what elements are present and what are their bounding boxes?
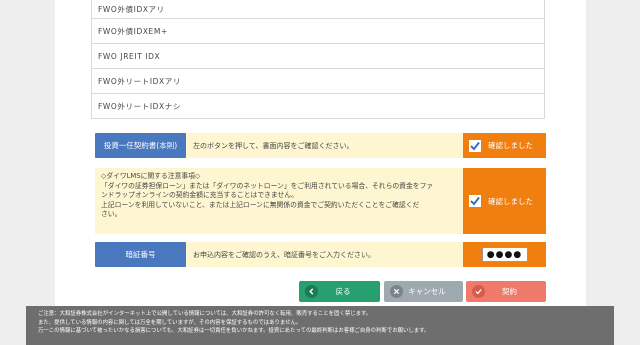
notice-confirm-label: 確認しました	[488, 196, 533, 206]
pin-input[interactable]: ●●●●	[481, 247, 528, 262]
fund-item[interactable]: FWO外リートIDXナシ	[91, 94, 545, 119]
footer-line: 万一この情報に基づいて被ったいかなる損害についても、大和証券は一切責任を負いかね…	[38, 328, 430, 335]
pin-box: ●●●●	[463, 242, 546, 267]
pin-row: 暗証番号 お申込内容をご確認のうえ、暗証番号をご入力ください。 ●●●●	[95, 242, 546, 267]
footer-disclaimer: ご注意：大和証券株式会社がインターネット上で公開している情報については、大和証券…	[26, 306, 614, 345]
notice-line: ンドラップオンラインの契約金額に充当することはできません。	[101, 191, 298, 200]
contract-label: 契約	[502, 287, 517, 296]
checkmark-icon	[470, 141, 480, 151]
contract-confirm-label: 確認しました	[488, 141, 533, 150]
notice-line: さい。	[101, 210, 122, 219]
fund-item[interactable]: FWO外リートIDXアリ	[91, 69, 545, 94]
contract-instruction: 左のボタンを押して、書面内容をご確認ください。	[193, 141, 354, 150]
back-label: 戻る	[335, 287, 351, 296]
fund-item[interactable]: FWO外債IDXアリ	[91, 0, 545, 19]
fund-list: FWO外債IDXアリ FWO外債IDXEM+ FWO JREIT IDX FWO…	[91, 0, 545, 119]
check-icon	[472, 285, 485, 298]
close-icon	[390, 285, 403, 298]
cancel-button[interactable]: キャンセル	[384, 281, 463, 302]
back-button[interactable]: 戻る	[299, 281, 380, 302]
fund-item[interactable]: FWO JREIT IDX	[91, 44, 545, 69]
pin-instruction: お申込内容をご確認のうえ、暗証番号をご入力ください。	[193, 250, 375, 259]
pin-label: 暗証番号	[95, 242, 186, 267]
contract-row: 投資一任契約書(本則) 左のボタンを押して、書面内容をご確認ください。 確認しま…	[95, 133, 546, 158]
cancel-label: キャンセル	[408, 287, 446, 296]
lms-notice: ◇ダイワLMSに関する注意事項◇ 「ダイワの証券担保ローン」または「ダイワのネッ…	[95, 168, 463, 234]
contract-confirm-box[interactable]: 確認しました	[463, 133, 546, 158]
notice-row: ◇ダイワLMSに関する注意事項◇ 「ダイワの証券担保ローン」または「ダイワのネッ…	[95, 168, 546, 234]
checkmark-icon	[470, 196, 480, 206]
contract-button[interactable]: 契約	[466, 281, 546, 302]
notice-line: 「ダイワの証券担保ローン」または「ダイワのネットローン」をご利用されている場合、…	[101, 181, 434, 190]
notice-confirm-box[interactable]: 確認しました	[463, 168, 546, 234]
notice-confirm-checkbox[interactable]	[469, 195, 481, 207]
contract-confirm-checkbox[interactable]	[469, 139, 481, 152]
notice-line: ◇ダイワLMSに関する注意事項◇	[101, 172, 201, 180]
contract-document-button[interactable]: 投資一任契約書(本則)	[95, 133, 186, 158]
notice-line: 上記ローンを利用していないこと、または上記ローンに無関係の資金でご契約いただくこ…	[101, 200, 420, 209]
fund-item[interactable]: FWO外債IDXEM+	[91, 19, 545, 44]
footer-line: また、提供している情報の内容に関しては万全を期していますが、その内容を保証するも…	[38, 319, 302, 326]
back-arrow-icon	[305, 285, 318, 298]
footer-line: ご注意：大和証券株式会社がインターネット上で公開している情報については、大和証券…	[38, 311, 372, 317]
